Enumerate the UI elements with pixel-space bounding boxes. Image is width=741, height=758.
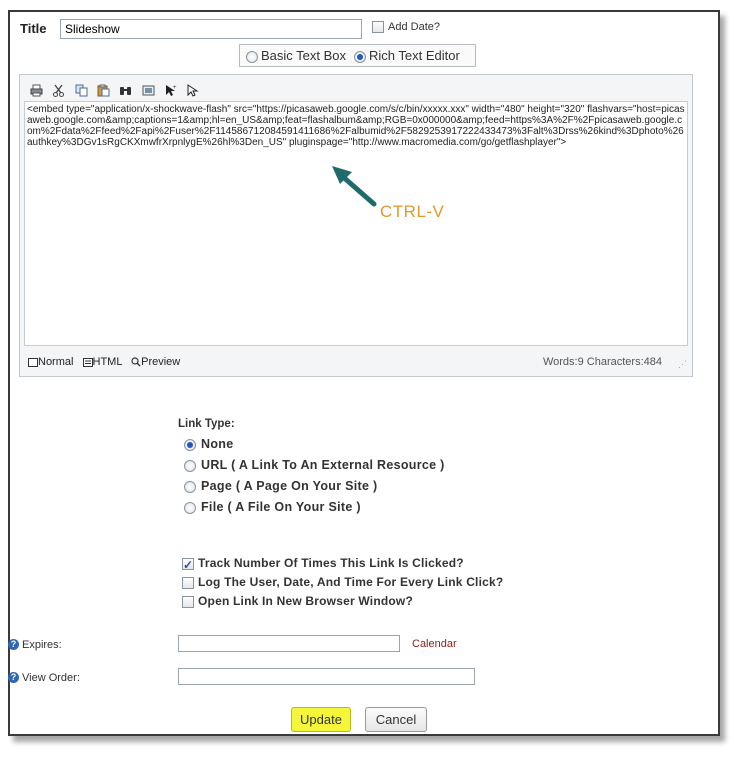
rich-text-editor-radio[interactable] — [354, 50, 367, 63]
word-count: Words:9 Characters:484 — [542, 356, 662, 368]
add-date-checkbox[interactable] — [372, 21, 384, 34]
select-icon[interactable] — [186, 84, 200, 97]
help-icon[interactable]: ? — [8, 639, 19, 651]
preview-view-label: Preview — [141, 356, 181, 368]
link-type-url-radio[interactable] — [184, 459, 196, 472]
view-order-label-group: ? View Order: — [8, 670, 80, 684]
print-icon[interactable] — [30, 84, 43, 97]
link-type-page-label: Page ( A Page On Your Site ) — [201, 479, 378, 493]
help-icon[interactable]: ? — [8, 672, 19, 684]
track-clicks-checkbox[interactable] — [182, 556, 194, 575]
pointer-icon[interactable]: + — [164, 84, 177, 97]
editor-footer: Normal HTML Preview Words:9 Characters:4… — [28, 356, 688, 372]
link-type-page[interactable]: Page ( A Page On Your Site ) — [178, 476, 445, 497]
log-clicks-option[interactable]: Log The User, Date, And Time For Every L… — [182, 573, 503, 592]
copy-icon[interactable] — [75, 84, 88, 97]
expires-label-group: ? Expires: — [8, 637, 62, 651]
log-clicks-label: Log The User, Date, And Time For Every L… — [198, 575, 504, 589]
tracking-options: Track Number Of Times This Link Is Click… — [182, 554, 503, 611]
html-view-label: HTML — [92, 356, 123, 368]
rich-text-editor: + <embed type="application/x-shockwave-f… — [19, 74, 693, 377]
html-view-icon — [82, 357, 93, 367]
normal-view-icon — [28, 357, 38, 367]
resize-grip-icon[interactable]: ⋰ — [678, 360, 687, 369]
title-label: Title — [20, 21, 47, 36]
view-order-input[interactable] — [178, 668, 475, 685]
annotation-arrow-icon — [332, 166, 377, 207]
link-type-url[interactable]: URL ( A Link To An External Resource ) — [178, 455, 445, 476]
image-icon[interactable] — [142, 84, 155, 97]
new-window-label: Open Link In New Browser Window? — [198, 594, 413, 608]
magnifier-icon — [131, 357, 141, 367]
title-input[interactable] — [60, 19, 362, 39]
editor-toolbar: + — [30, 83, 205, 99]
link-type-file[interactable]: File ( A File On Your Site ) — [178, 497, 445, 518]
cut-icon[interactable] — [52, 84, 65, 98]
rich-text-editor-option[interactable]: Rich Text Editor — [354, 48, 460, 63]
new-window-checkbox[interactable] — [182, 595, 194, 608]
link-type-file-label: File ( A File On Your Site ) — [201, 500, 361, 514]
add-date-option[interactable]: Add Date? — [372, 21, 440, 34]
preview-view-tab[interactable]: Preview — [131, 356, 180, 368]
track-clicks-label: Track Number Of Times This Link Is Click… — [198, 556, 464, 570]
link-type-page-radio[interactable] — [184, 480, 196, 493]
log-clicks-checkbox[interactable] — [182, 576, 194, 589]
normal-view-tab[interactable]: Normal — [28, 356, 77, 368]
editor-content-area[interactable]: <embed type="application/x-shockwave-fla… — [24, 101, 688, 346]
html-view-tab[interactable]: HTML — [82, 356, 126, 368]
cancel-button[interactable]: Cancel — [365, 707, 427, 732]
basic-text-box-option[interactable]: Basic Text Box — [246, 48, 346, 63]
link-type-file-radio[interactable] — [184, 501, 196, 514]
rich-text-editor-label: Rich Text Editor — [369, 48, 460, 63]
add-date-label: Add Date? — [388, 21, 440, 34]
link-type-group: Link Type: None URL ( A Link To An Exter… — [178, 418, 445, 518]
link-type-url-label: URL ( A Link To An External Resource ) — [201, 458, 445, 472]
expires-label: Expires: — [22, 639, 62, 651]
expires-input[interactable] — [178, 635, 400, 652]
view-order-label: View Order: — [22, 672, 80, 684]
svg-text:+: + — [173, 85, 177, 91]
find-icon[interactable] — [119, 84, 132, 97]
basic-text-box-radio[interactable] — [246, 50, 258, 63]
normal-view-label: Normal — [38, 356, 74, 368]
paste-icon[interactable] — [97, 84, 110, 97]
link-type-none-radio[interactable] — [184, 438, 196, 451]
calendar-link[interactable]: Calendar — [412, 638, 457, 650]
track-clicks-option[interactable]: Track Number Of Times This Link Is Click… — [182, 554, 503, 575]
link-type-none[interactable]: None — [178, 434, 445, 455]
link-type-none-label: None — [201, 437, 234, 451]
form-panel: Title Add Date? Basic Text Box Rich Text … — [8, 10, 720, 736]
link-type-heading: Link Type: — [178, 418, 235, 430]
editor-mode-toggle: Basic Text Box Rich Text Editor — [239, 44, 476, 67]
basic-text-box-label: Basic Text Box — [261, 48, 347, 63]
new-window-option[interactable]: Open Link In New Browser Window? — [182, 592, 503, 611]
ctrl-v-annotation: CTRL-V — [380, 202, 445, 221]
update-button[interactable]: Update — [291, 707, 351, 732]
